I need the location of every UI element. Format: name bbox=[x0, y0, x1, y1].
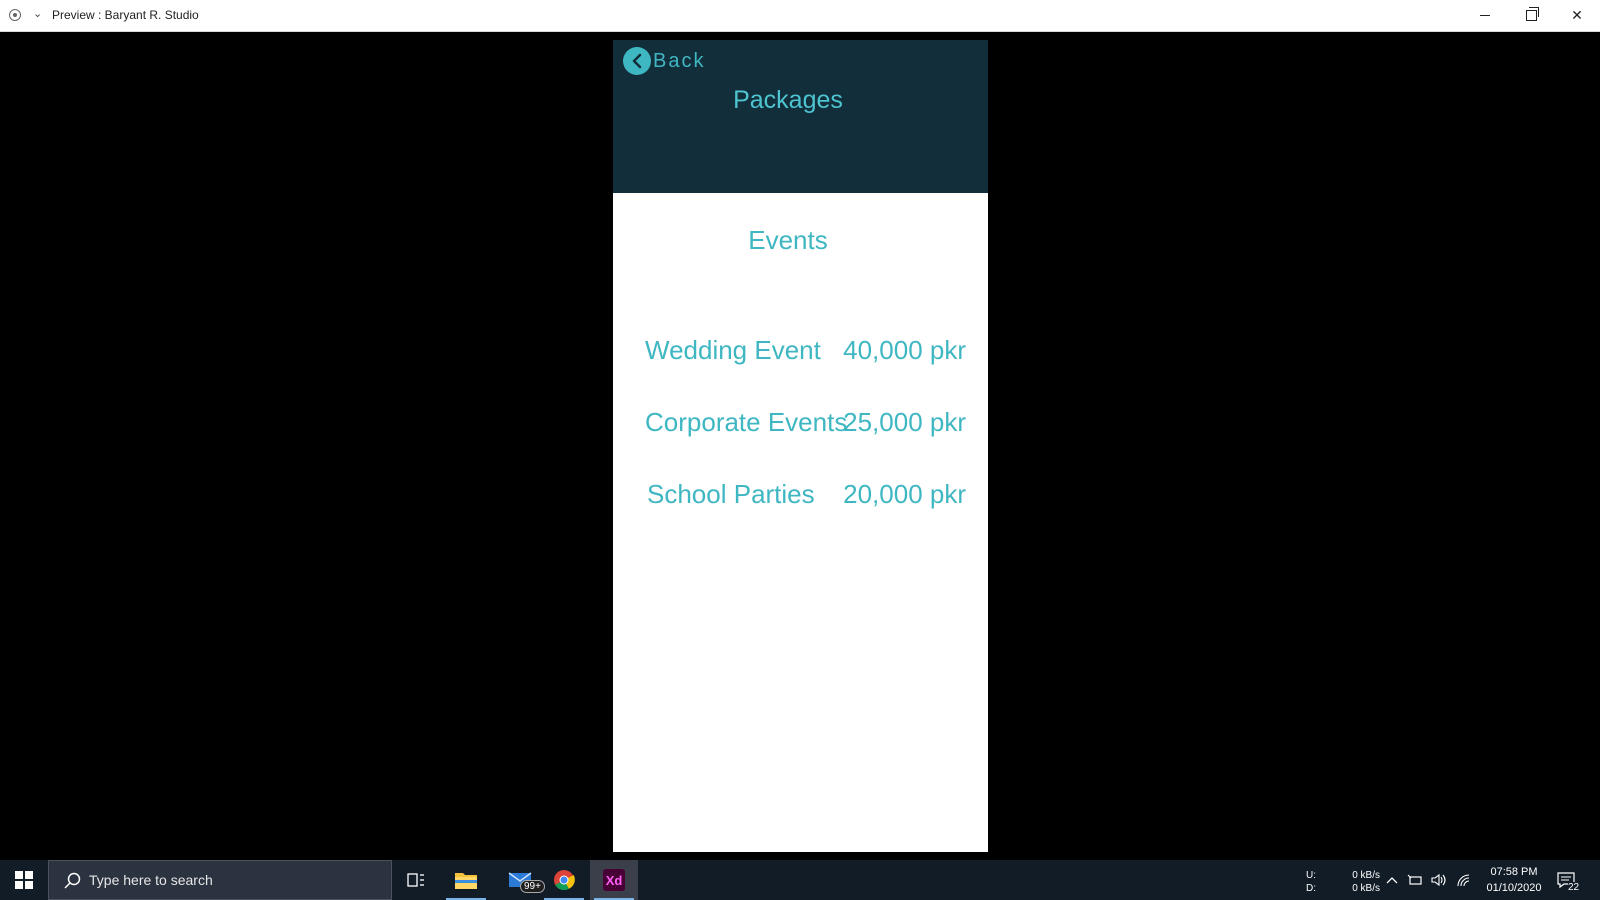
battery-icon[interactable] bbox=[1407, 872, 1423, 888]
package-price: 25,000 pkr bbox=[843, 407, 966, 437]
package-row-corporate[interactable]: Corporate Events 25,000 pkr bbox=[613, 407, 988, 447]
chevron-up-icon[interactable] bbox=[1384, 872, 1400, 888]
adobe-xd-icon: Xd bbox=[603, 869, 625, 891]
taskbar-search[interactable]: Type here to search bbox=[48, 860, 392, 900]
search-icon bbox=[64, 872, 81, 889]
window-titlebar: ⌄ Preview : Baryant R. Studio ✕ bbox=[0, 0, 1600, 32]
search-placeholder: Type here to search bbox=[89, 872, 213, 888]
app-preview-screen: Back Packages Events Wedding Event 40,00… bbox=[613, 40, 988, 852]
file-explorer-button[interactable] bbox=[442, 860, 490, 900]
windows-logo-icon bbox=[15, 871, 33, 889]
chrome-button[interactable] bbox=[540, 860, 588, 900]
network-labels: U: D: bbox=[1306, 869, 1316, 895]
taskbar: Type here to search 99+ Xd U: D: 0 kB/s … bbox=[0, 860, 1600, 900]
download-label: D: bbox=[1306, 883, 1316, 894]
back-arrow-icon bbox=[623, 47, 651, 75]
upload-speed: 0 kB/s bbox=[1352, 870, 1380, 881]
package-row-wedding[interactable]: Wedding Event 40,000 pkr bbox=[613, 335, 988, 375]
folder-icon bbox=[455, 873, 477, 889]
wifi-icon[interactable] bbox=[1456, 872, 1472, 888]
package-name: Wedding Event bbox=[645, 335, 821, 365]
app-header: Back Packages bbox=[613, 40, 988, 193]
back-label: Back bbox=[653, 49, 706, 72]
section-title: Events bbox=[748, 225, 828, 255]
minimize-icon bbox=[1480, 15, 1490, 16]
package-price: 40,000 pkr bbox=[843, 335, 966, 365]
start-button[interactable] bbox=[0, 860, 48, 900]
upload-label: U: bbox=[1306, 870, 1316, 881]
package-name: Corporate Events bbox=[645, 407, 848, 437]
restore-button[interactable] bbox=[1508, 0, 1554, 31]
close-icon: ✕ bbox=[1571, 7, 1583, 24]
chrome-icon bbox=[554, 870, 575, 891]
notification-count: 22 bbox=[1568, 882, 1580, 893]
task-view-button[interactable] bbox=[392, 860, 440, 900]
chevron-down-icon[interactable]: ⌄ bbox=[33, 7, 42, 20]
task-view-icon bbox=[407, 873, 424, 887]
clock-time: 07:58 PM bbox=[1490, 866, 1538, 878]
package-row-school[interactable]: School Parties 20,000 pkr bbox=[613, 479, 988, 519]
minimize-button[interactable] bbox=[1462, 0, 1508, 31]
download-speed: 0 kB/s bbox=[1352, 883, 1380, 894]
close-button[interactable]: ✕ bbox=[1554, 0, 1600, 31]
record-icon[interactable] bbox=[9, 9, 21, 21]
restore-icon bbox=[1525, 7, 1539, 21]
volume-icon[interactable] bbox=[1431, 872, 1447, 888]
back-button[interactable]: Back bbox=[623, 46, 705, 76]
package-name: School Parties bbox=[647, 479, 815, 509]
clock-date: 01/10/2020 bbox=[1486, 882, 1542, 894]
mail-button[interactable]: 99+ bbox=[496, 860, 545, 900]
package-price: 20,000 pkr bbox=[843, 479, 966, 509]
network-values: 0 kB/s 0 kB/s bbox=[1346, 869, 1380, 895]
window-title: Preview : Baryant R. Studio bbox=[52, 8, 199, 22]
adobe-xd-button[interactable]: Xd bbox=[590, 860, 638, 900]
system-clock[interactable]: 07:58 PM 01/10/2020 bbox=[1478, 864, 1550, 896]
page-title: Packages bbox=[733, 86, 843, 114]
